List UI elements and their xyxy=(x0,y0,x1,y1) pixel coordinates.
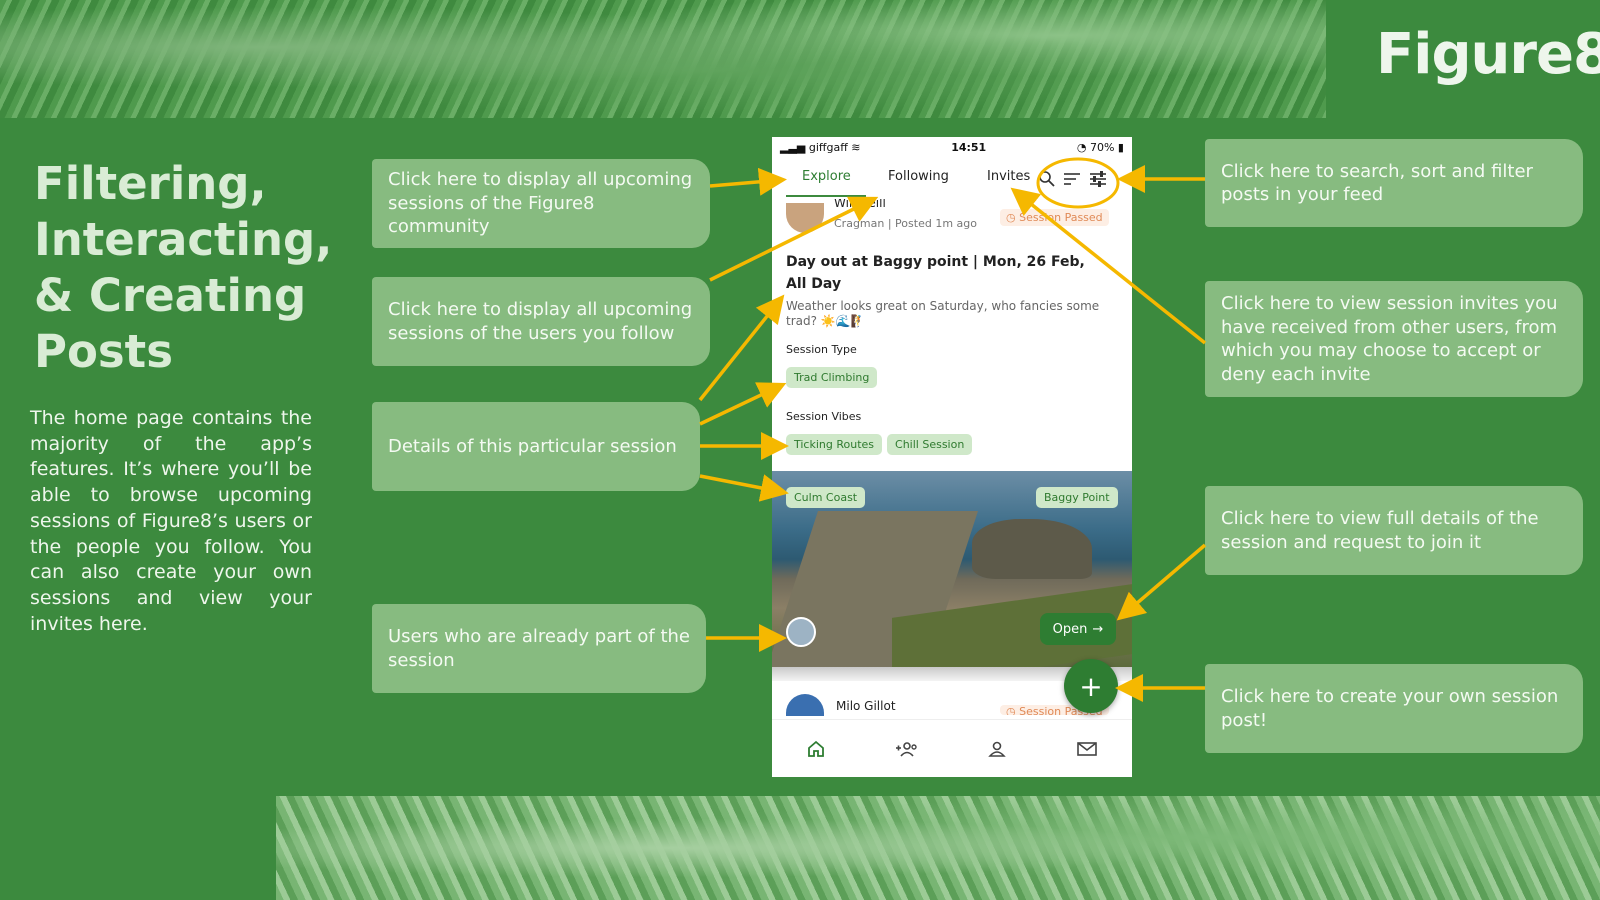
post-author-avatar[interactable] xyxy=(786,203,824,233)
battery-status: ◔ 70% ▮ xyxy=(1076,140,1124,154)
post2-author-avatar[interactable] xyxy=(786,694,824,716)
session-vibes-label: Session Vibes xyxy=(786,410,862,423)
status-badge: ◷ Session Passed xyxy=(1000,209,1109,226)
arrow-details-type xyxy=(699,382,787,426)
header-rock-photo xyxy=(0,0,1326,118)
open-session-button[interactable]: Open → xyxy=(1040,613,1116,645)
chip-vibe: Chill Session xyxy=(887,434,973,455)
chip-vibe: Ticking Routes xyxy=(786,434,883,455)
mail-icon[interactable] xyxy=(1076,740,1098,758)
tab-invites[interactable]: Invites xyxy=(987,169,1030,184)
session-type-chips: Trad Climbing xyxy=(786,366,882,388)
profile-icon[interactable] xyxy=(987,739,1007,759)
status-badge-text: Session Passed xyxy=(1019,211,1103,224)
callout-details: Details of this particular session xyxy=(372,402,700,491)
callout-details-text: Details of this particular session xyxy=(388,435,677,457)
battery-percent: 70% xyxy=(1089,140,1115,154)
feed-tools xyxy=(1038,170,1108,188)
arrow-details-title xyxy=(698,294,785,402)
session-type-label: Session Type xyxy=(786,343,857,356)
slide-title: Filtering, Interacting, & Creating Posts xyxy=(34,157,333,378)
callout-search-text: Click here to search, sort and filter po… xyxy=(1221,160,1533,206)
add-friend-icon[interactable] xyxy=(895,739,919,759)
session-vibes-chips: Ticking Routes Chill Session xyxy=(786,433,977,455)
participant-avatar[interactable] xyxy=(786,617,816,647)
callout-create: Click here to create your own session po… xyxy=(1205,664,1583,753)
figure8-logo: Figure8 xyxy=(1376,22,1600,87)
footer-rock-photo xyxy=(276,796,1600,900)
callout-search: Click here to search, sort and filter po… xyxy=(1205,139,1583,227)
home-icon[interactable] xyxy=(806,739,826,759)
arrow-open xyxy=(1116,543,1207,621)
bottom-navigation xyxy=(772,719,1132,777)
callout-create-text: Click here to create your own session po… xyxy=(1221,686,1559,731)
filter-icon[interactable] xyxy=(1088,170,1108,188)
feed-tabs: Explore Following Invites xyxy=(772,157,1132,199)
post-author-name: Will Neill xyxy=(834,199,886,208)
phone-screen: ▂▃▅ giffgaff ≋ 14:51 ◔ 70% ▮ Explore Fol… xyxy=(772,137,1132,777)
slide-description: The home page contains the majority of t… xyxy=(30,407,312,635)
arrow-details-photo xyxy=(699,474,789,502)
carrier-label: ▂▃▅ giffgaff ≋ xyxy=(780,140,861,154)
location-tag-left: Culm Coast xyxy=(786,487,866,508)
callout-explore-text: Click here to display all upcoming sessi… xyxy=(388,169,693,238)
chip-trad-climbing: Trad Climbing xyxy=(786,367,878,388)
callout-invites: Click here to view session invites you h… xyxy=(1205,281,1583,397)
arrow-explore xyxy=(709,167,787,196)
callout-users-text: Users who are already part of the sessio… xyxy=(388,626,691,671)
callout-open-text: Click here to view full details of the s… xyxy=(1221,508,1539,553)
post-author-meta: Cragman | Posted 1m ago xyxy=(834,217,977,230)
post2-author-name: Milo Gillot xyxy=(836,699,896,713)
callout-open: Click here to view full details of the s… xyxy=(1205,486,1583,575)
callout-users: Users who are already part of the sessio… xyxy=(372,604,706,693)
callout-following: Click here to display all upcoming sessi… xyxy=(372,277,710,366)
tab-explore[interactable]: Explore xyxy=(802,169,851,184)
status-bar: ▂▃▅ giffgaff ≋ 14:51 ◔ 70% ▮ xyxy=(772,137,1132,157)
callout-explore: Click here to display all upcoming sessi… xyxy=(372,159,710,248)
tab-active-indicator xyxy=(786,195,866,197)
callout-following-text: Click here to display all upcoming sessi… xyxy=(388,299,693,344)
rock-island-shape xyxy=(972,519,1092,579)
create-post-button[interactable]: + xyxy=(1064,659,1118,713)
arrow-right-icon: → xyxy=(1092,621,1104,637)
sort-icon[interactable] xyxy=(1062,170,1082,188)
open-button-label: Open xyxy=(1052,621,1088,637)
clock: 14:51 xyxy=(951,140,987,154)
carrier-name: giffgaff xyxy=(808,140,848,154)
post-body: Weather looks great on Saturday, who fan… xyxy=(786,299,1100,328)
post-title[interactable]: Day out at Baggy point | Mon, 26 Feb, Al… xyxy=(786,251,1106,295)
callout-invites-text: Click here to view session invites you h… xyxy=(1221,293,1558,385)
location-tag-right: Baggy Point xyxy=(1036,487,1118,508)
tab-following[interactable]: Following xyxy=(888,169,949,184)
search-icon[interactable] xyxy=(1038,170,1056,188)
session-photo[interactable]: Culm Coast Baggy Point Open → xyxy=(772,471,1132,667)
